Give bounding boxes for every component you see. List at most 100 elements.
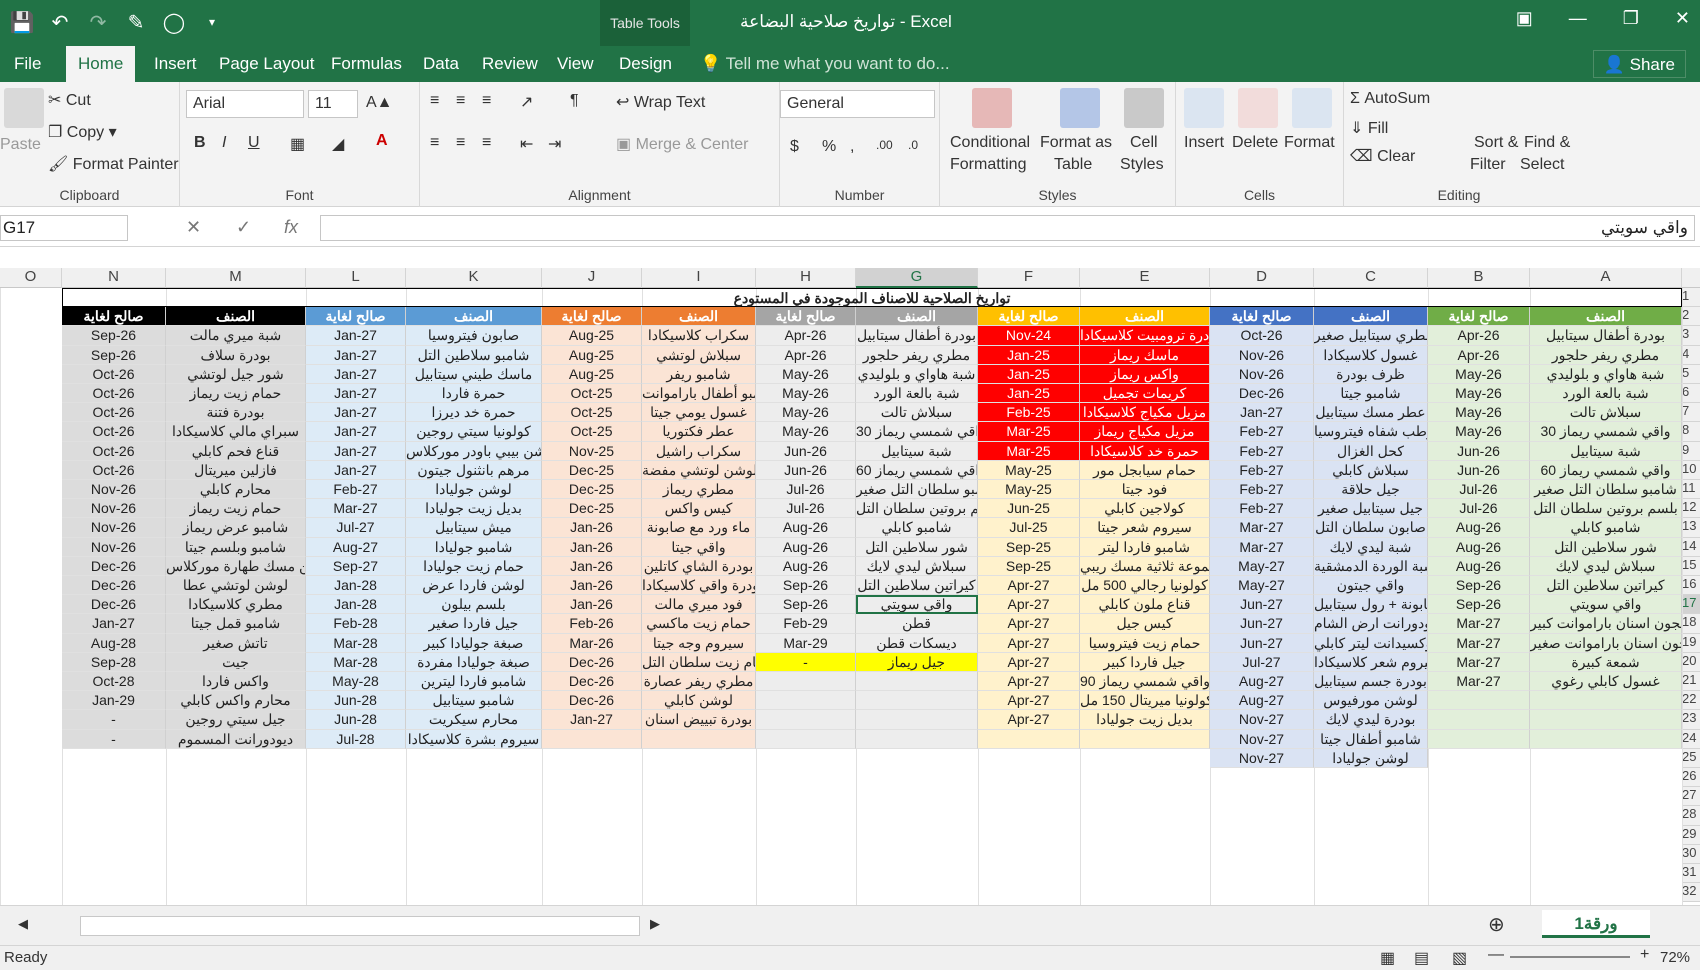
table-cell-name[interactable]: سكراب راشيل <box>642 441 756 461</box>
table-cell-name[interactable]: واكس ريماز <box>1080 364 1210 384</box>
row-header-13[interactable]: 13 <box>1682 518 1700 538</box>
table-cell-date[interactable]: Jan-27 <box>1210 403 1314 423</box>
delete-cells-button[interactable]: Delete <box>1232 134 1278 152</box>
find-select-sub[interactable]: Select <box>1520 156 1564 174</box>
table-cell-name[interactable]: شامبو عرض ريماز <box>166 518 306 538</box>
table-cell-date[interactable]: Feb-26 <box>542 614 642 634</box>
table-cell-date[interactable]: Sep-26 <box>1428 576 1530 596</box>
restore-icon[interactable]: ❐ <box>1623 8 1639 29</box>
table-cell-name[interactable]: واقي شمسي ريماز 60 <box>1530 460 1682 480</box>
table-cell-date[interactable]: Oct-25 <box>542 403 642 423</box>
table-cell-name[interactable]: لوشن جوليادا <box>406 480 542 500</box>
font-size-select[interactable]: 11 <box>308 90 358 118</box>
table-cell-name[interactable]: بودرة أطفال سيتابيل <box>856 326 978 346</box>
align-top-icon[interactable]: ≡ <box>430 92 439 110</box>
format-cells-icon[interactable] <box>1292 88 1332 128</box>
table-cell-date[interactable]: Feb-27 <box>1210 499 1314 519</box>
cell-styles-sub[interactable]: Styles <box>1120 156 1164 174</box>
table-cell-date[interactable]: May-27 <box>1210 556 1314 576</box>
fill-button[interactable]: ⇓ Fill <box>1350 118 1388 138</box>
table-cell-date[interactable]: Jan-27 <box>306 460 406 480</box>
table-cell-name[interactable]: بودرة جسم سيتابيل <box>1314 672 1428 692</box>
table-cell-name[interactable]: جيل سيتابيل صغير <box>1314 499 1428 519</box>
row-header-32[interactable]: 32 <box>1682 883 1700 903</box>
row-header-25[interactable]: 25 <box>1682 748 1700 768</box>
table-cell-name[interactable]: بودرة واقي كلاسيكادا <box>642 576 756 596</box>
table-cell-name[interactable] <box>856 729 978 749</box>
table-cell-name[interactable]: سيروم شعر كلاسيكادا <box>1314 652 1428 672</box>
currency-icon[interactable]: $ <box>790 138 799 156</box>
table-cell-date[interactable]: Dec-26 <box>62 595 166 615</box>
table-cell-date[interactable]: Oct-26 <box>62 364 166 384</box>
row-header-21[interactable]: 21 <box>1682 672 1700 692</box>
format-as-table-sub[interactable]: Table <box>1054 156 1092 174</box>
table-cell-date[interactable] <box>756 710 856 730</box>
align-left-icon[interactable]: ≡ <box>430 134 439 152</box>
row-header-7[interactable]: 7 <box>1682 403 1700 423</box>
table-cell-date[interactable]: Mar-27 <box>1210 537 1314 557</box>
decrease-decimal-icon[interactable]: .0 <box>908 138 918 152</box>
row-header-8[interactable]: 8 <box>1682 422 1700 442</box>
table-cell-name[interactable]: بودرة أطفال سيتابيل <box>1530 326 1682 346</box>
format-as-table-label[interactable]: Format as <box>1040 134 1112 152</box>
orientation-icon[interactable]: ↗ <box>520 92 533 112</box>
table-cell-date[interactable]: Apr-27 <box>978 652 1080 672</box>
align-right-icon[interactable]: ≡ <box>482 134 491 152</box>
row-header-5[interactable]: 5 <box>1682 364 1700 384</box>
table-header-name[interactable]: الصنف <box>856 307 978 327</box>
row-header-30[interactable]: 30 <box>1682 844 1700 864</box>
wrap-text-button[interactable]: ↩ Wrap Text <box>616 92 705 112</box>
table-cell-date[interactable]: Nov-26 <box>62 499 166 519</box>
table-cell-name[interactable]: مرهم بانثنول جيتون <box>406 460 542 480</box>
tab-view[interactable]: View <box>557 54 594 74</box>
column-header-j[interactable]: J <box>542 268 642 288</box>
table-cell-date[interactable]: Nov-26 <box>1210 345 1314 365</box>
page-break-view-icon[interactable]: ▧ <box>1452 948 1467 968</box>
table-cell-date[interactable]: Nov-27 <box>1210 710 1314 730</box>
table-cell-name[interactable]: واقي شمسي ريماز 30 <box>1530 422 1682 442</box>
row-header-1[interactable]: 1 <box>1682 288 1700 308</box>
table-cell-name[interactable]: كولونيا سيتي روجين <box>406 422 542 442</box>
row-header-18[interactable]: 18 <box>1682 614 1700 634</box>
table-cell-date[interactable]: Aug-26 <box>1428 556 1530 576</box>
table-cell-date[interactable]: Mar-26 <box>542 633 642 653</box>
table-cell-date[interactable]: Apr-27 <box>978 614 1080 634</box>
table-cell-name[interactable]: ديسكات قطن <box>856 633 978 653</box>
table-cell-name[interactable]: شبة سيتابيل <box>1530 441 1682 461</box>
table-cell-date[interactable]: Jan-27 <box>306 422 406 442</box>
table-cell-name[interactable]: سكراب كلاسيكادا <box>642 326 756 346</box>
table-cell-name[interactable]: حمام زيت فيتروسيا <box>1080 633 1210 653</box>
align-bottom-icon[interactable]: ≡ <box>482 92 491 110</box>
table-cell-name[interactable]: سبلاش ليدي لايك <box>856 556 978 576</box>
name-box[interactable]: G17 <box>0 215 128 241</box>
row-header-24[interactable]: 24 <box>1682 729 1700 749</box>
table-cell-name[interactable]: جيل حلاقة <box>1314 480 1428 500</box>
table-cell-name[interactable] <box>856 672 978 692</box>
table-cell-name[interactable] <box>642 729 756 749</box>
table-cell-date[interactable]: - <box>62 710 166 730</box>
minimize-icon[interactable]: — <box>1569 8 1587 29</box>
table-cell-date[interactable]: Jun-26 <box>1428 441 1530 461</box>
tell-me-input[interactable]: 💡 Tell me what you want to do... <box>700 54 950 74</box>
table-cell-name[interactable]: معجون اسنان باراموانت صغير <box>1530 633 1682 653</box>
table-cell-name[interactable]: بودرة ليدي لايك <box>1314 710 1428 730</box>
table-cell-date[interactable]: Aug-26 <box>756 537 856 557</box>
table-cell-name[interactable]: كولونيا رجالي 500 مل <box>1080 576 1210 596</box>
table-cell-date[interactable]: Sep-25 <box>978 556 1080 576</box>
table-cell-name[interactable]: كيس واكس <box>642 499 756 519</box>
table-cell-date[interactable]: Feb-27 <box>1210 480 1314 500</box>
text-direction-icon[interactable]: ¶ <box>570 92 579 110</box>
table-cell-date[interactable]: Nov-27 <box>1210 748 1314 768</box>
table-cell-date[interactable]: Feb-29 <box>756 614 856 634</box>
table-cell-date[interactable]: Aug-27 <box>306 537 406 557</box>
table-cell-date[interactable]: Jan-25 <box>978 384 1080 404</box>
table-cell-name[interactable]: جيل سيتي روجين <box>166 710 306 730</box>
table-cell-date[interactable]: Mar-27 <box>1210 518 1314 538</box>
table-cell-date[interactable]: Oct-26 <box>62 441 166 461</box>
table-cell-date[interactable]: Mar-27 <box>1428 633 1530 653</box>
table-cell-date[interactable]: Oct-28 <box>62 672 166 692</box>
table-cell-date[interactable]: Jan-26 <box>542 576 642 596</box>
column-header-m[interactable]: M <box>166 268 306 288</box>
table-cell-date[interactable]: Jan-27 <box>306 403 406 423</box>
merge-center-button[interactable]: ▣ Merge & Center <box>616 134 749 154</box>
